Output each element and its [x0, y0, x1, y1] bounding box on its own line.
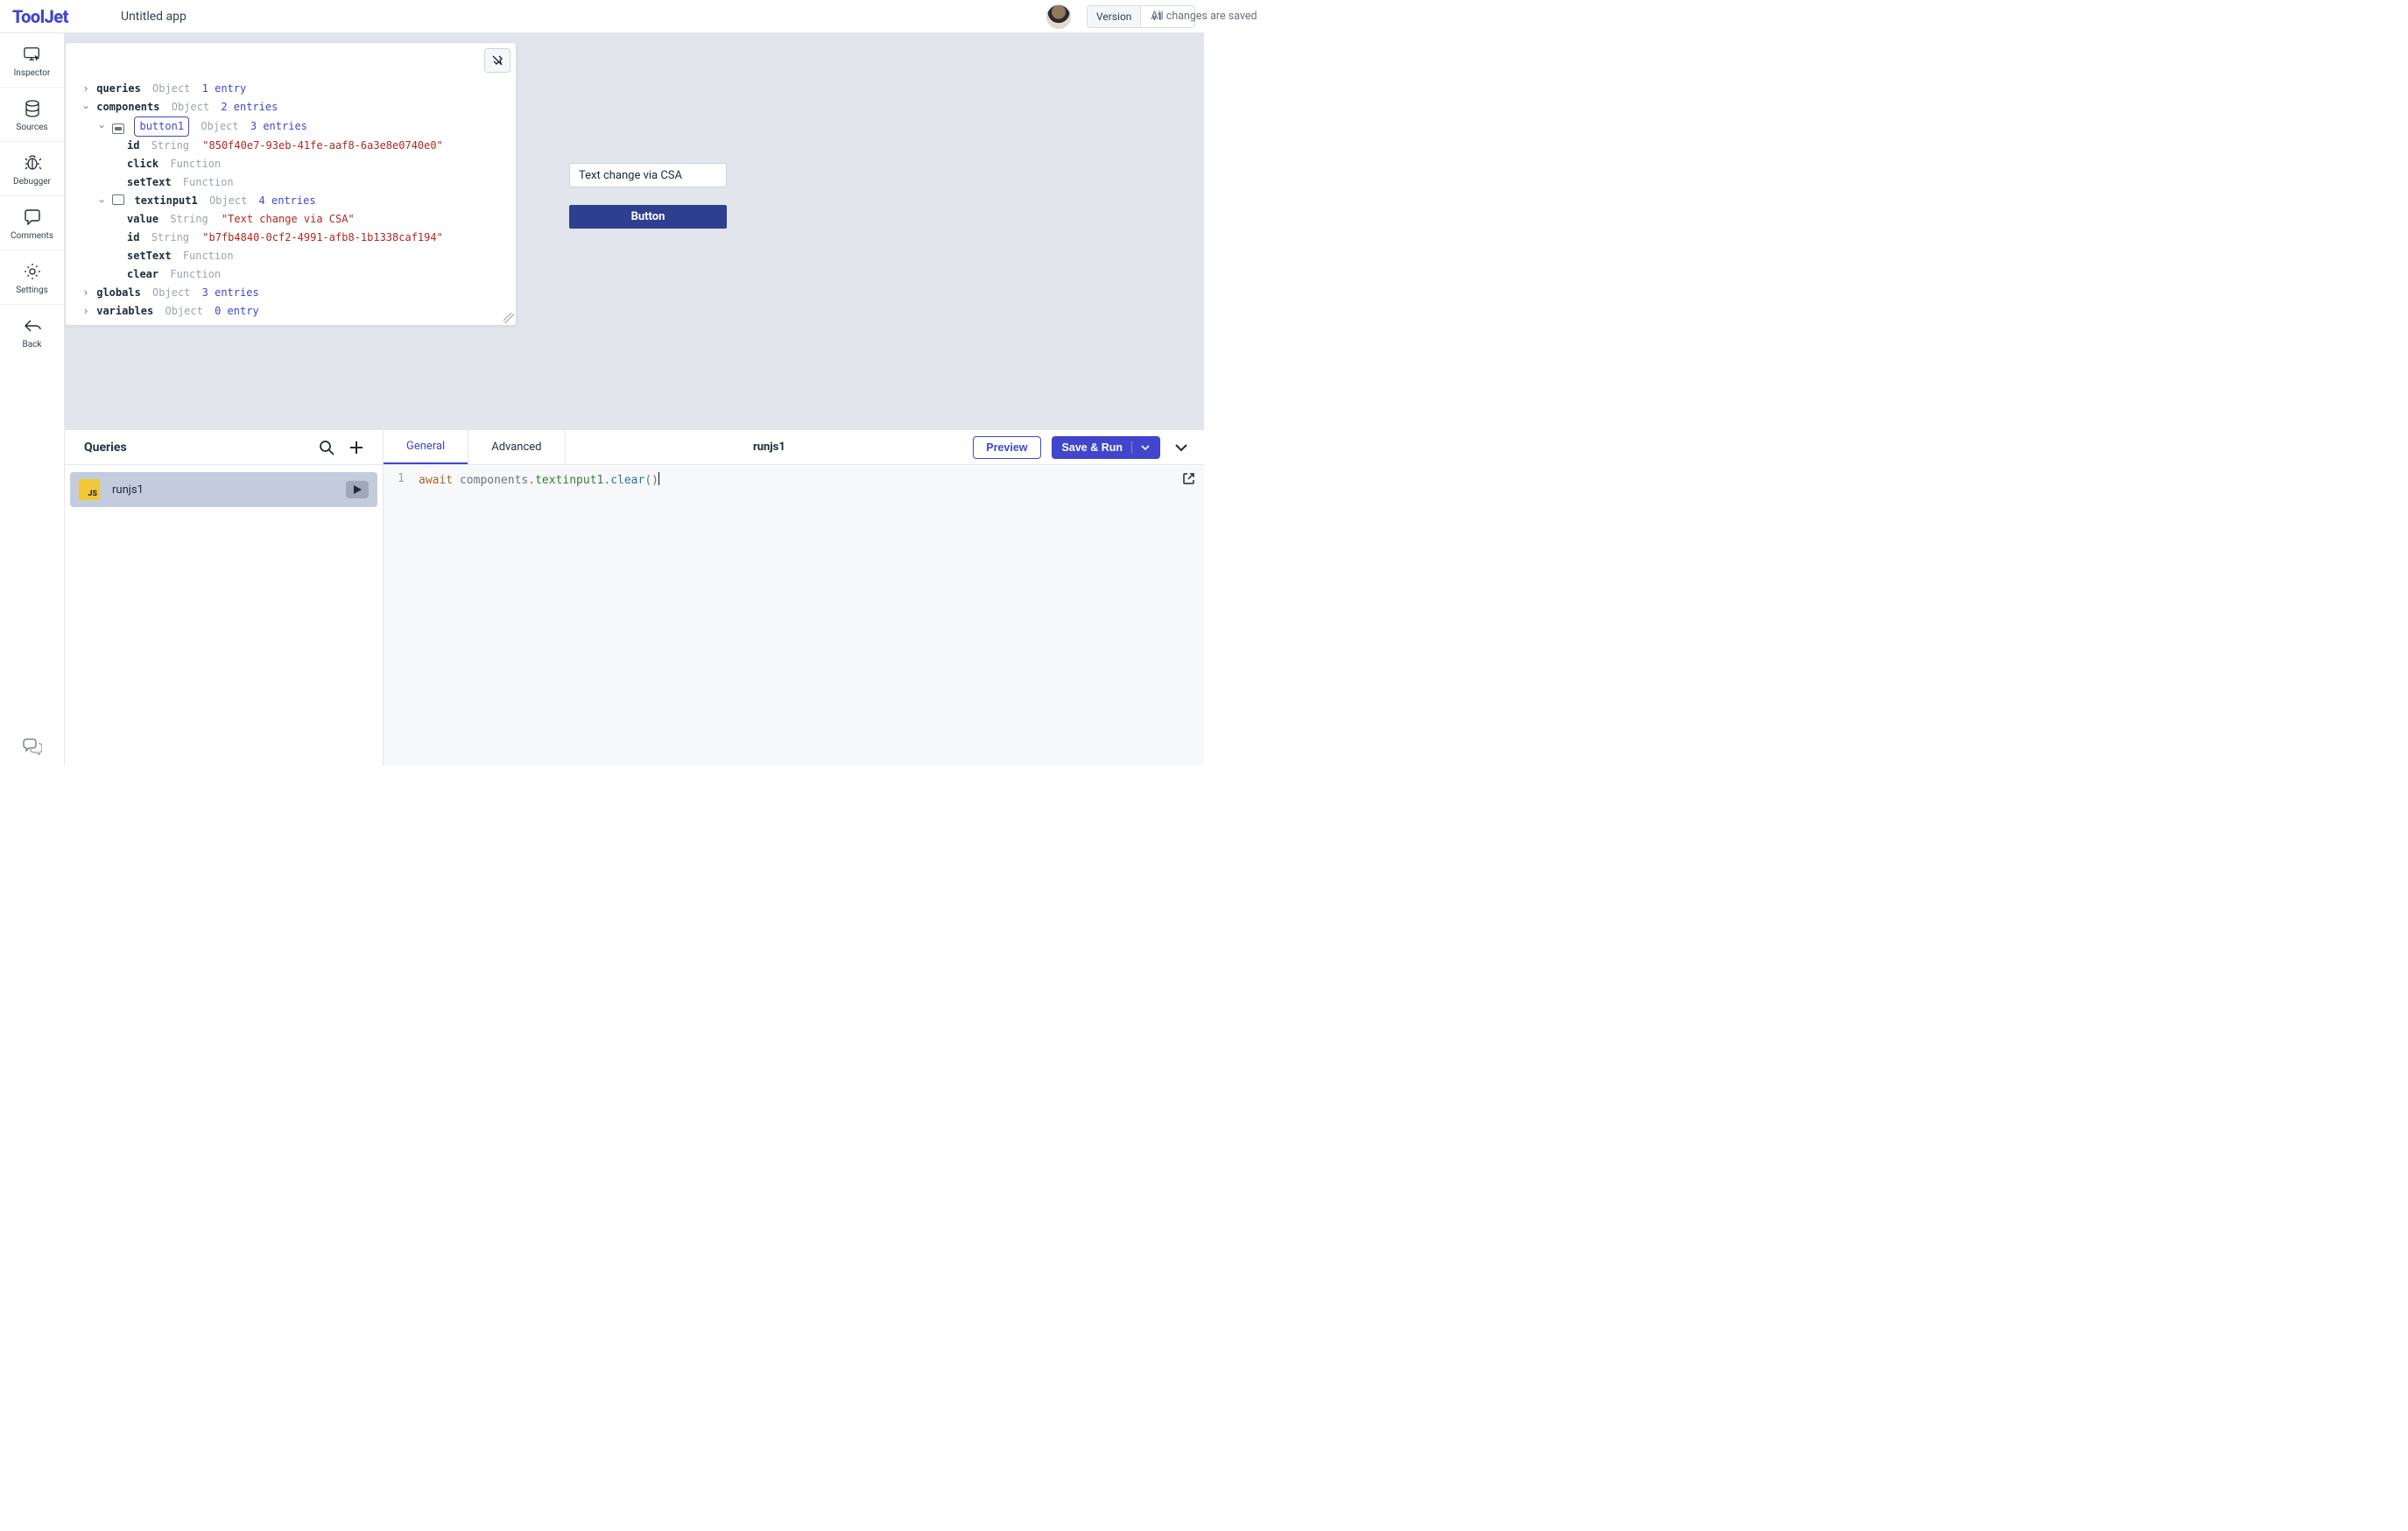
text-cursor: [658, 472, 659, 485]
version-label: Version: [1087, 5, 1141, 28]
canvas-button1[interactable]: Button: [569, 205, 727, 229]
chat-bubbles-icon: [23, 737, 42, 755]
chevron-right-icon[interactable]: ›: [81, 302, 90, 321]
tree-node-button1[interactable]: › button1 Object 3 entries: [81, 116, 509, 137]
resize-handle[interactable]: [503, 313, 514, 323]
code-editor[interactable]: 1 await components.textinput1.clear(): [384, 465, 1204, 766]
collapse-panel-button[interactable]: [1171, 437, 1192, 458]
canvas-textinput1[interactable]: Text change via CSA: [569, 163, 727, 187]
textinput-value: Text change via CSA: [579, 169, 682, 182]
sidebar-item-inspector[interactable]: Inspector: [0, 33, 64, 88]
back-arrow-icon: [24, 317, 41, 335]
tab-general[interactable]: General: [384, 430, 468, 464]
topbar: ToolJet Untitled app All changes are sav…: [0, 0, 1204, 33]
sidebar-item-label: Back: [23, 340, 42, 349]
button-badge-icon: [112, 123, 124, 134]
run-query-button[interactable]: [346, 481, 369, 498]
search-icon: [319, 440, 334, 455]
save-run-label: Save & Run: [1062, 441, 1123, 454]
search-queries-button[interactable]: [316, 437, 337, 458]
sidebar-item-label: Inspector: [14, 68, 51, 78]
app-title-input[interactable]: Untitled app: [121, 10, 187, 24]
chevron-down-icon[interactable]: ›: [93, 123, 111, 131]
inspector-panel: › queries Object 1 entry › components Ob…: [65, 42, 517, 326]
sidebar-item-debugger[interactable]: Debugger: [0, 142, 64, 196]
tree-node-components[interactable]: › components Object 2 entries: [81, 98, 509, 116]
line-number: 1: [396, 472, 405, 487]
sidebar-item-label: Comments: [11, 231, 53, 241]
expand-editor-button[interactable]: [1182, 472, 1195, 485]
comment-icon: [24, 208, 41, 226]
external-link-icon: [1182, 472, 1195, 485]
tree-leaf[interactable]: setText Function: [81, 173, 509, 192]
chevron-down-icon[interactable]: ›: [93, 197, 111, 206]
current-query-name[interactable]: runjs1: [566, 441, 974, 454]
logo: ToolJet: [12, 6, 68, 27]
plus-icon: [349, 440, 364, 455]
database-icon: [24, 100, 41, 117]
chevron-right-icon[interactable]: ›: [81, 80, 90, 98]
sidebar-item-sources[interactable]: Sources: [0, 88, 64, 142]
inspector-unpin-button[interactable]: [484, 48, 510, 73]
unpin-icon: [491, 54, 503, 67]
query-item-label: runjs1: [112, 483, 334, 497]
chevron-down-icon: [1174, 441, 1188, 455]
chevron-down-icon[interactable]: ›: [77, 103, 95, 112]
queries-title: Queries: [84, 441, 127, 455]
sidebar-item-label: Settings: [16, 286, 48, 295]
add-query-button[interactable]: [346, 437, 367, 458]
bug-icon: [24, 154, 41, 172]
tab-advanced[interactable]: Advanced: [468, 430, 565, 464]
sidebar-item-settings[interactable]: Settings: [0, 250, 64, 305]
component-chip[interactable]: button1: [134, 116, 189, 137]
sidebar-chat-button[interactable]: [0, 727, 64, 766]
js-icon: JS: [79, 479, 100, 500]
input-badge-icon: [112, 194, 124, 205]
sidebar-item-label: Debugger: [13, 177, 51, 187]
canvas[interactable]: › queries Object 1 entry › components Ob…: [65, 33, 1204, 429]
sidebar-item-label: Sources: [16, 123, 47, 132]
tree-leaf[interactable]: click Function: [81, 155, 509, 173]
left-rail: Inspector Sources Debugger: [0, 33, 65, 766]
sidebar-item-comments[interactable]: Comments: [0, 196, 64, 250]
query-item-runjs1[interactable]: JS runjs1: [70, 472, 377, 507]
tree-leaf[interactable]: clear Function: [81, 265, 509, 284]
tree-node-textinput1[interactable]: › textinput1 Object 4 entries: [81, 192, 509, 210]
tree-leaf[interactable]: id String "b7fb4840-0cf2-4991-afb8-1b133…: [81, 229, 509, 247]
play-icon: [354, 485, 362, 494]
chevron-right-icon[interactable]: ›: [81, 284, 90, 302]
avatar[interactable]: [1046, 4, 1071, 29]
gear-icon: [24, 263, 41, 280]
tree-leaf[interactable]: setText Function: [81, 247, 509, 265]
bottom-panel: Queries: [65, 429, 1204, 766]
button-label: Button: [631, 210, 665, 223]
tree-leaf[interactable]: id String "850f40e7-93eb-41fe-aaf8-6a3e8…: [81, 137, 509, 155]
save-and-run-button[interactable]: Save & Run: [1052, 436, 1160, 459]
sidebar-item-back[interactable]: Back: [0, 305, 64, 358]
inspector-icon: [24, 46, 41, 63]
tree-node-variables[interactable]: › variables Object 0 entry: [81, 302, 509, 321]
preview-button[interactable]: Preview: [973, 436, 1040, 459]
save-status: All changes are saved: [1151, 10, 1257, 23]
tree-node-globals[interactable]: › globals Object 3 entries: [81, 284, 509, 302]
tree-leaf[interactable]: value String "Text change via CSA": [81, 210, 509, 229]
tree-node-queries[interactable]: › queries Object 1 entry: [81, 80, 509, 98]
chevron-down-icon: [1141, 443, 1150, 452]
